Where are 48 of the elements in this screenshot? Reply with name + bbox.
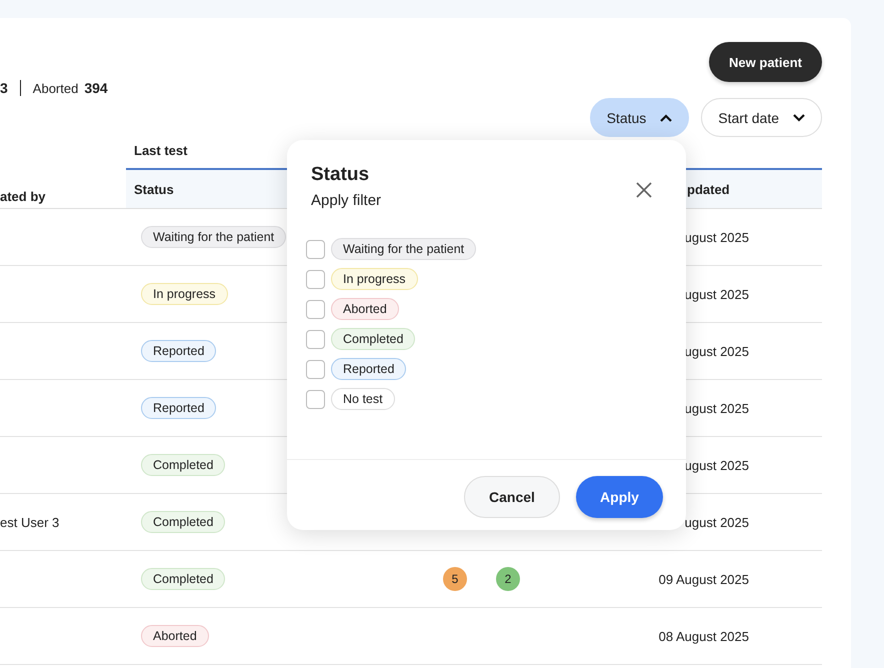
checkbox[interactable] <box>306 240 325 258</box>
status-tag: Completed <box>141 454 226 476</box>
table-cell: 08 August 2025 <box>658 628 749 644</box>
checkbox[interactable] <box>306 300 325 318</box>
count-badge: 5 <box>443 567 467 591</box>
status-tag: Reported <box>141 340 216 362</box>
new-patient-button[interactable]: New patient <box>709 42 822 82</box>
filter-dropdown[interactable]: Status <box>590 98 690 137</box>
status-tag: Completed <box>141 511 226 533</box>
column-group-header: Last test <box>134 143 188 158</box>
table-cell: ugust 2025 <box>684 344 749 358</box>
popup-title: Status <box>311 164 370 186</box>
table-cell: ugust 2025 <box>684 400 749 416</box>
cancel-button[interactable]: Cancel <box>464 476 560 518</box>
stat-value: 394 <box>84 80 108 96</box>
column-header: Status <box>134 182 174 196</box>
status-tag[interactable]: No test <box>331 388 395 410</box>
status-tag: Completed <box>141 568 226 590</box>
count-badge: 2 <box>496 567 520 591</box>
checkbox[interactable] <box>306 330 325 348</box>
status-tag[interactable]: Aborted <box>331 298 399 320</box>
table-cell: ugust 2025 <box>684 514 749 530</box>
caret-icon <box>793 114 805 122</box>
table-cell: ugust 2025 <box>684 286 749 302</box>
table-cell: ugust 2025 <box>684 230 749 244</box>
apply-button[interactable]: Apply <box>576 476 663 518</box>
status-tag: Reported <box>141 397 216 419</box>
popup-subtitle: Apply filter <box>311 192 382 209</box>
caret-icon <box>660 114 672 122</box>
close-icon[interactable] <box>636 182 652 198</box>
checkbox[interactable] <box>306 360 325 378</box>
table-cell: ugust 2025 <box>684 458 749 472</box>
stat-value: 3 <box>0 80 8 96</box>
stat-label: Aborted <box>32 80 78 96</box>
table-cell: 09 August 2025 <box>658 572 749 586</box>
checkbox[interactable] <box>306 270 325 288</box>
status-tag[interactable]: Waiting for the patient <box>331 238 476 260</box>
checkbox[interactable] <box>306 390 325 408</box>
column-header: ated by <box>0 189 46 204</box>
status-tag: Aborted <box>141 625 209 647</box>
status-tag[interactable]: Completed <box>331 328 416 350</box>
status-tag: In progress <box>141 283 228 305</box>
status-tag[interactable]: Reported <box>331 358 406 380</box>
table-cell: est User 3 <box>0 514 60 530</box>
filter-dropdown[interactable]: Start date <box>701 98 822 137</box>
status-tag[interactable]: In progress <box>331 268 418 290</box>
column-header: pdated <box>687 182 730 196</box>
status-tag: Waiting for the patient <box>141 226 286 248</box>
